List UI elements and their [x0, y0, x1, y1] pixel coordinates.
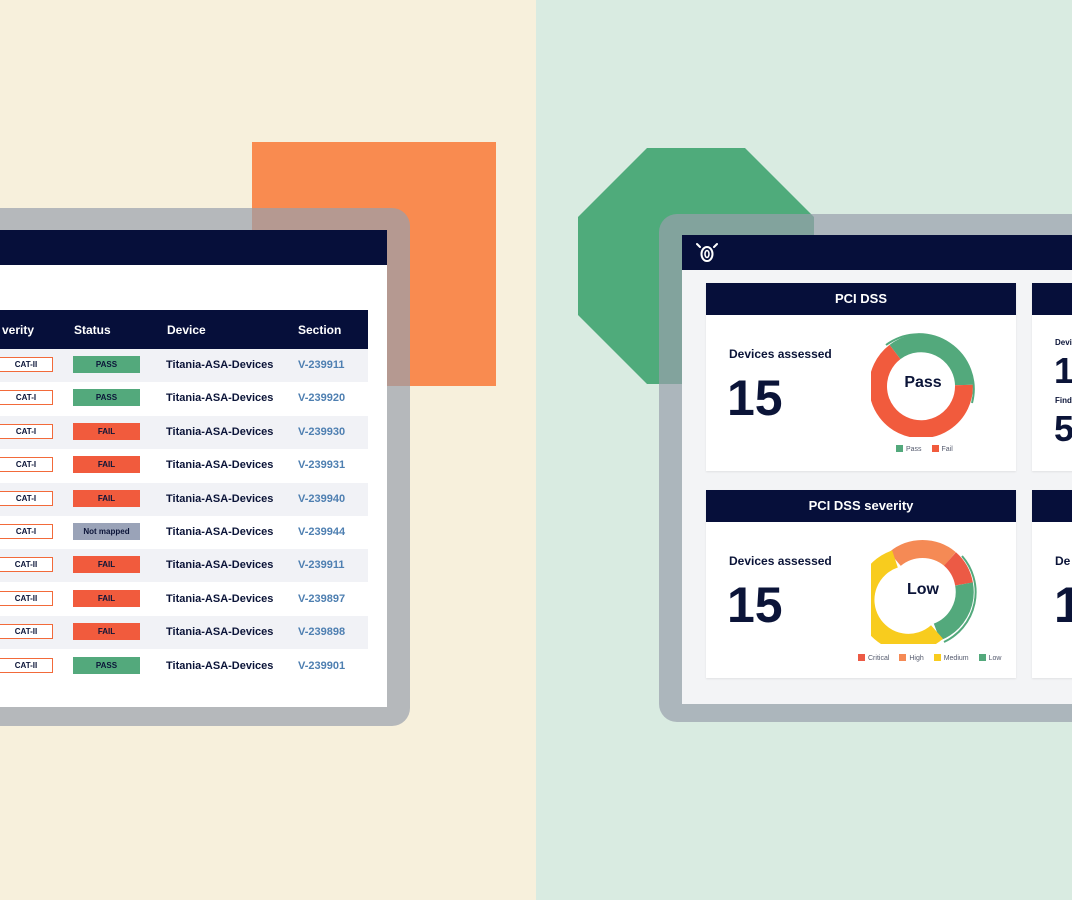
- status-badge: FAIL: [73, 556, 140, 574]
- low-center-label: Low: [907, 581, 939, 598]
- status-badge: FAIL: [73, 422, 140, 440]
- pci-dss-severity-card[interactable]: PCI DSS severity Devices assessed 15 Low…: [706, 490, 1016, 678]
- table-row[interactable]: CAT-II FAIL Titania-ASA-Devices V-239911: [0, 549, 368, 583]
- severity-badge: CAT-II: [0, 624, 53, 640]
- status-badge: FAIL: [73, 456, 140, 474]
- severity-badge: CAT-II: [0, 657, 53, 673]
- partial-label-1: Devi: [1055, 338, 1072, 347]
- table-row[interactable]: CAT-I FAIL Titania-ASA-Devices V-239940: [0, 482, 368, 516]
- dashboard-screen: PCI DSS Devices assessed 15 Pass Pass Fa…: [682, 235, 1072, 704]
- table-row[interactable]: CAT-I FAIL Titania-ASA-Devices V-239931: [0, 449, 368, 482]
- table-row[interactable]: CAT-I Not mapped Titania-ASA-Devices V-2399…: [0, 516, 368, 549]
- partial-value-2: 5: [1054, 408, 1072, 449]
- status-badge: Not mapped: [73, 523, 140, 540]
- section-link[interactable]: V-239931: [298, 459, 345, 471]
- device-name: Titania-ASA-Devices: [166, 359, 274, 371]
- status-badge: FAIL: [73, 589, 140, 607]
- legend-medium: Medium: [943, 655, 969, 662]
- pci-dss-card-title: PCI DSS: [706, 283, 1016, 315]
- severity-badge: CAT-I: [0, 524, 53, 539]
- partial-label-2: Find: [1055, 396, 1072, 405]
- device-name: Titania-ASA-Devices: [166, 559, 274, 572]
- legend-low: Low: [988, 655, 1002, 662]
- device-name: Titania-ASA-Devices: [166, 659, 274, 672]
- partial-label-4: De: [1055, 554, 1071, 568]
- section-link[interactable]: V-239920: [298, 392, 345, 404]
- section-link[interactable]: V-239944: [298, 526, 345, 538]
- column-header-section[interactable]: Section: [298, 323, 341, 337]
- findings-card-partial[interactable]: Devi 1 Find 5: [1032, 283, 1072, 471]
- severity-legend: Critical High Medium Low: [858, 654, 1009, 662]
- device-name: Titania-ASA-Devices: [166, 392, 274, 405]
- severity-badge: CAT-I: [0, 490, 53, 506]
- titania-owl-icon[interactable]: [696, 242, 718, 264]
- section-link[interactable]: V-239940: [298, 493, 345, 505]
- table-row[interactable]: CAT-II PASS Titania-ASA-Devices V-239911: [0, 349, 368, 382]
- device-name: Titania-ASA-Devices: [166, 526, 274, 538]
- table-top-bar: [0, 230, 387, 265]
- devices-assessed-label: Devices assessed: [729, 347, 832, 361]
- column-header-device[interactable]: Device: [167, 323, 206, 337]
- status-badge: PASS: [73, 389, 140, 407]
- severity-badge: CAT-II: [0, 357, 53, 372]
- severity-badge: CAT-I: [0, 390, 53, 406]
- section-link[interactable]: V-239901: [298, 660, 345, 672]
- status-badge: PASS: [73, 656, 140, 674]
- legend-critical: Critical: [868, 655, 890, 662]
- section-link[interactable]: V-239911: [298, 559, 345, 571]
- partial-value-1: 1: [1054, 350, 1072, 391]
- column-header-severity[interactable]: verity: [2, 323, 34, 337]
- device-name: Titania-ASA-Devices: [166, 459, 274, 472]
- devices-assessed-count: 15: [727, 370, 783, 426]
- table-row[interactable]: CAT-I PASS Titania-ASA-Devices V-239920: [0, 382, 368, 415]
- severity-badge: CAT-I: [0, 457, 53, 473]
- status-badge: FAIL: [73, 623, 140, 641]
- device-name: Titania-ASA-Devices: [166, 626, 274, 639]
- pass-fail-legend: Pass Fail: [896, 445, 961, 453]
- section-link[interactable]: V-239911: [298, 359, 345, 371]
- fourth-card-partial[interactable]: De 1: [1032, 490, 1072, 678]
- section-link[interactable]: V-239897: [298, 593, 345, 605]
- devices-assessed-label-2: Devices assessed: [729, 554, 832, 568]
- pass-center-label: Pass: [904, 374, 942, 391]
- device-name: Titania-ASA-Devices: [166, 492, 274, 505]
- legend-high: High: [909, 655, 924, 662]
- severity-badge: CAT-I: [0, 423, 53, 439]
- severity-badge: CAT-II: [0, 557, 53, 573]
- device-name: Titania-ASA-Devices: [166, 592, 274, 605]
- device-name: Titania-ASA-Devices: [166, 425, 274, 438]
- compliance-table-screen: verity Status Device Section CAT-II PASS T…: [0, 230, 387, 707]
- table-row[interactable]: CAT-I FAIL Titania-ASA-Devices V-239930: [0, 415, 368, 449]
- severity-badge: CAT-II: [0, 590, 53, 606]
- findings-card-title: [1032, 283, 1072, 315]
- legend-fail: Fail: [941, 446, 953, 453]
- table-row[interactable]: CAT-II PASS Titania-ASA-Devices V-239901: [0, 650, 368, 683]
- status-badge: FAIL: [73, 489, 140, 507]
- table-header: verity Status Device Section: [0, 310, 368, 349]
- devices-assessed-count-2: 15: [727, 577, 783, 633]
- table-row[interactable]: CAT-II FAIL Titania-ASA-Devices V-239898: [0, 616, 368, 650]
- pci-dss-severity-card-title: PCI DSS severity: [706, 490, 1016, 522]
- partial-value-4: 1: [1054, 577, 1072, 633]
- column-header-status[interactable]: Status: [74, 323, 111, 337]
- dashboard-top-bar: [682, 235, 1072, 270]
- section-link[interactable]: V-239898: [298, 626, 345, 638]
- section-link[interactable]: V-239930: [298, 426, 345, 438]
- table-row[interactable]: CAT-II FAIL Titania-ASA-Devices V-239897: [0, 583, 368, 616]
- legend-pass: Pass: [906, 446, 922, 453]
- fourth-card-title: [1032, 490, 1072, 522]
- pci-dss-card[interactable]: PCI DSS Devices assessed 15 Pass Pass Fa…: [706, 283, 1016, 471]
- status-badge: PASS: [73, 356, 140, 373]
